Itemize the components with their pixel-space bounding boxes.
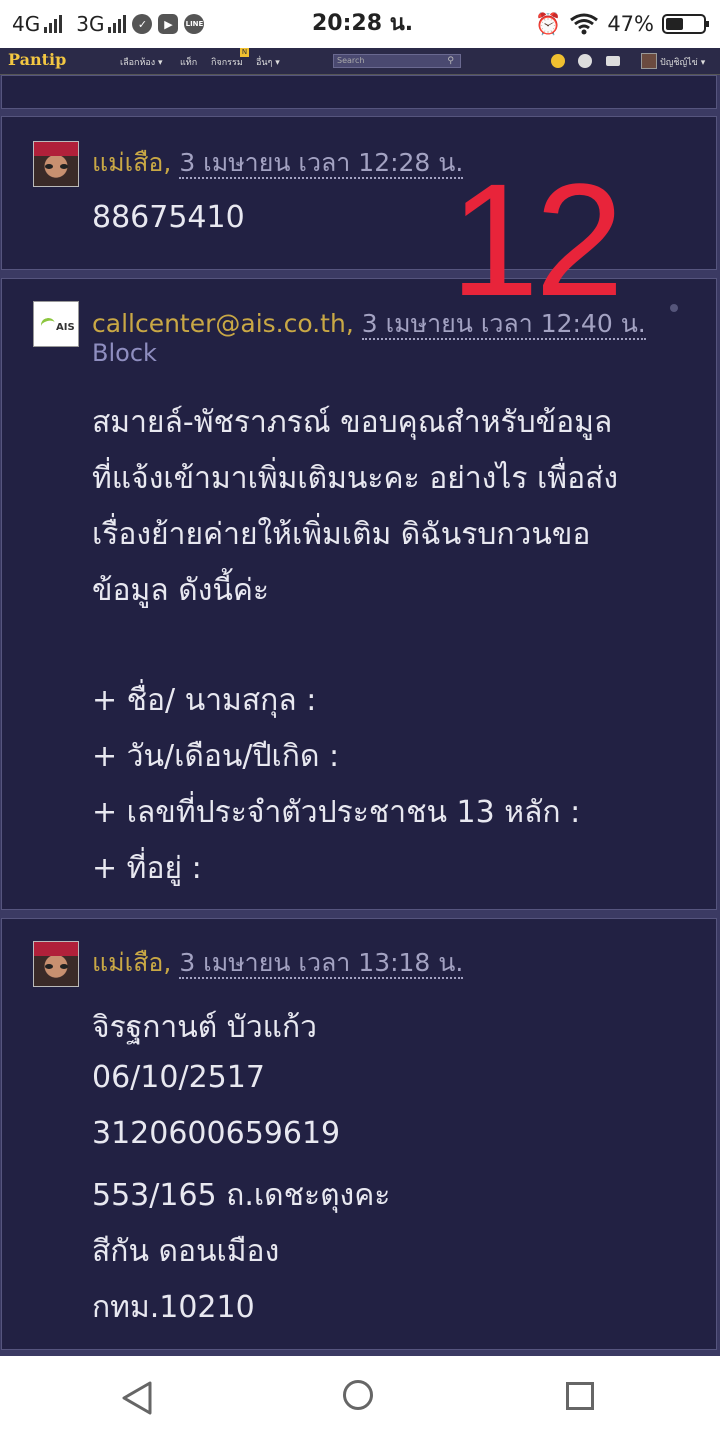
block-label[interactable]: Block [92, 339, 157, 367]
search-input[interactable]: Search ⚲ [333, 54, 461, 68]
comment-author[interactable]: callcenter@ais.co.th [92, 309, 346, 338]
network-3g: 3G [76, 12, 127, 36]
comment-card: แม่เสือ, 3 เมษายน เวลา 13:18 น. จิรฐกานต… [1, 918, 717, 1350]
check-circle-icon: ✓ [132, 14, 153, 34]
comment-text: ข้อมูล ดังนี้ค่ะ [92, 573, 270, 608]
site-navbar: Pantip เลือกห้อง ▾ แท็ก กิจกรรม N อื่นๆ … [0, 48, 720, 75]
comment-meta: แม่เสือ, 3 เมษายน เวลา 13:18 น. [92, 948, 464, 979]
comment-card: AIS callcenter@ais.co.th, 3 เมษายน เวลา … [1, 278, 717, 910]
youtube-icon: ▶ [158, 14, 179, 34]
line-app-icon: LINE [184, 14, 205, 34]
comment-author[interactable]: แม่เสือ [92, 148, 163, 177]
comment-text: + วัน/เดือน/ปีเกิด : [92, 739, 340, 774]
emoticon-icon[interactable] [551, 54, 565, 68]
status-bar: 4G 3G ✓ ▶ LINE 20:28 น. ⏰ 47% [0, 0, 720, 48]
comment-date[interactable]: 3 เมษายน เวลา 13:18 น. [179, 948, 464, 979]
system-navigation-bar [0, 1356, 720, 1440]
recent-apps-icon[interactable] [566, 1382, 594, 1410]
previous-comment-card [1, 75, 717, 109]
clock: 20:28 น. [312, 11, 414, 36]
comment-text: + ชื่อ/ นามสกุล : [92, 683, 317, 718]
comment-text: ที่แจ้งเข้ามาเพิ่มเติมนะคะ อย่างไร เพื่อ… [92, 461, 619, 496]
home-icon[interactable] [343, 1380, 373, 1410]
user-avatar[interactable] [641, 53, 657, 69]
menu-activity[interactable]: กิจกรรม [211, 55, 243, 69]
user-menu[interactable]: ปัญชิญ์ไข่ ▾ [660, 55, 705, 69]
battery-percent: 47% [607, 12, 654, 36]
menu-tags[interactable]: แท็ก [180, 55, 197, 69]
mail-icon[interactable] [606, 56, 620, 66]
comment-text: 06/10/2517 [92, 1060, 265, 1095]
overlay-number-annotation: 12 [450, 150, 624, 329]
comment-author[interactable]: แม่เสือ [92, 948, 163, 977]
comment-text: 3120600659619 [92, 1116, 341, 1151]
menu-rooms[interactable]: เลือกห้อง ▾ [120, 55, 163, 69]
comment-options-icon[interactable] [670, 304, 678, 312]
comment-date[interactable]: 3 เมษายน เวลา 12:28 น. [179, 148, 464, 179]
back-icon[interactable] [120, 1380, 156, 1416]
comment-text: + ที่อยู่ : [92, 851, 202, 886]
search-icon[interactable]: ⚲ [447, 55, 454, 67]
activity-badge: N [240, 48, 249, 57]
alarm-icon: ⏰ [535, 11, 562, 36]
signal-icon [44, 15, 63, 33]
avatar[interactable] [33, 941, 79, 987]
notification-icon[interactable] [578, 54, 592, 68]
ais-logo-icon [39, 316, 57, 333]
avatar[interactable] [33, 141, 79, 187]
comment-text: สีกัน ดอนเมือง [92, 1234, 280, 1269]
menu-more[interactable]: อื่นๆ ▾ [256, 55, 280, 69]
comment-text: 553/165 ถ.เดชะตุงคะ [92, 1178, 391, 1213]
comment-text: + เลขที่ประจำตัวประชาชน 13 หลัก : [92, 795, 581, 830]
comment-meta: แม่เสือ, 3 เมษายน เวลา 12:28 น. [92, 148, 464, 179]
comment-text: เรื่องย้ายค่ายให้เพิ่มเติม ดิฉันรบกวนขอ [92, 517, 591, 552]
comment-text: จิรฐกานต์ บัวแก้ว [92, 1010, 318, 1045]
comment-text: 88675410 [92, 200, 245, 235]
pantip-logo[interactable]: Pantip [8, 50, 66, 69]
battery-icon [662, 14, 709, 34]
wifi-icon [570, 13, 599, 35]
comment-text: กทม.10210 [92, 1290, 255, 1325]
network-4g: 4G [12, 12, 63, 36]
avatar[interactable]: AIS [33, 301, 79, 347]
comment-text: สมายล์-พัชราภรณ์ ขอบคุณสำหรับข้อมูล [92, 405, 613, 440]
signal-icon [108, 15, 127, 33]
